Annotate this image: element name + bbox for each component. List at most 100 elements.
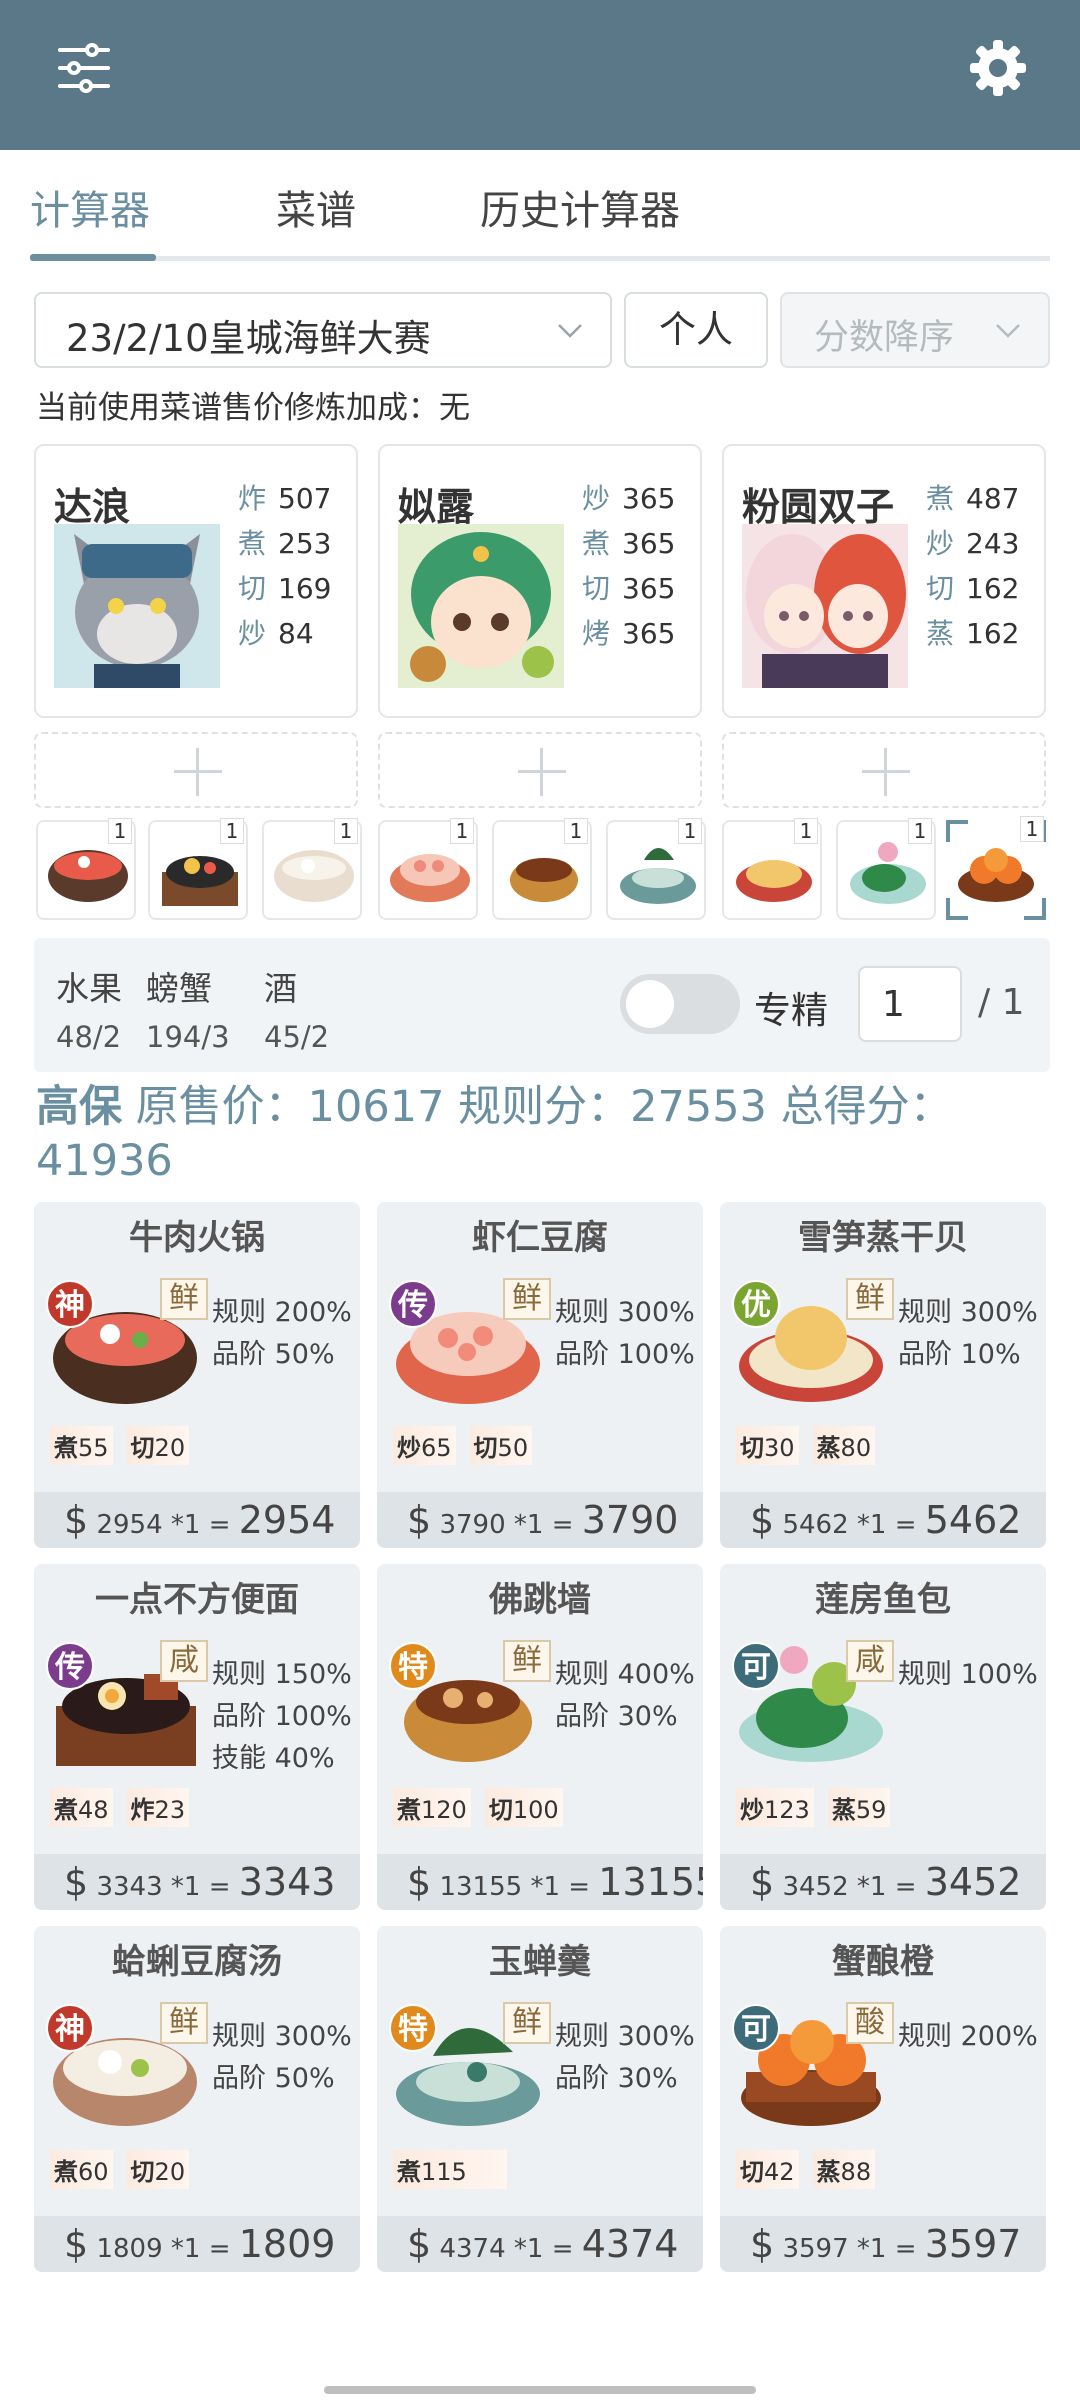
home-indicator[interactable] [324,2386,756,2394]
taste-badge: 酸 [846,2002,894,2044]
dish-card[interactable]: 玉蝉羹 特 鲜 规则 300% 品阶 30% 煮115 $ 4374 *1 = 4… [377,1926,703,2272]
taste-badge: 鲜 [503,1278,551,1320]
dish-thumbnail [48,850,128,902]
dish-name: 玉蝉羹 [489,1942,591,1982]
dish-slot[interactable]: 1 [148,818,248,920]
dish-slot-qty: 1 [794,818,818,844]
gear-icon[interactable] [968,38,1028,98]
tab-recipes[interactable]: 菜谱 [276,178,356,258]
chef-stats: 煮 487 炒 243 切 162 蒸 162 [926,482,1020,650]
add-slot-button[interactable] [722,732,1046,808]
dish-bonuses: 规则 150% 品阶 100% 技能 40% [212,1659,352,1774]
dish-slot[interactable]: 1 [492,818,592,920]
dish-slot-qty: 1 [678,818,702,844]
contest-select[interactable]: 23/2/10皇城海鲜大赛 [34,292,612,368]
dish-requirements: 炒123 蒸59 [736,1788,904,1827]
rarity-badge: 可 [732,2004,780,2052]
dish-bonuses: 规则 300% 品阶 30% [555,2021,695,2094]
dish-price: $ 5462 *1 = 5462 [720,1492,1046,1548]
dish-card[interactable]: 一点不方便面 传 咸 规则 150% 品阶 100% 技能 40% 煮48 炸23 $… [34,1564,360,1910]
dish-bonuses: 规则 400% 品阶 30% [555,1659,695,1732]
dish-card[interactable]: 蟹酿橙 可 酸 规则 200% 切42 蒸88 $ 3597 *1 = 3597 [720,1926,1046,2272]
dish-slot[interactable]: 1 [606,818,706,920]
tab-calculator[interactable]: 计算器 [30,178,150,258]
dish-card[interactable]: 蛤蜊豆腐汤 神 鲜 规则 300% 品阶 50% 煮60 切20 $ 1809 *1… [34,1926,360,2272]
chevron-down-icon [996,324,1020,338]
dish-requirements: 炒65 切50 [393,1426,546,1465]
specialize-label: 专精 [754,989,828,1032]
contest-select-value: 23/2/10皇城海鲜大赛 [66,317,431,360]
dish-requirements: 切30 蒸80 [736,1426,889,1465]
tab-active-indicator [30,254,156,261]
dish-slot[interactable]: 1 [946,816,1046,920]
dish-requirements: 煮48 炸23 [50,1788,203,1827]
dish-slot-qty: 1 [564,818,588,844]
chef-card[interactable]: 粉圆双子 煮 487 炒 243 切 162 蒸 162 [722,444,1046,718]
dish-slot[interactable]: 1 [378,818,478,920]
dish-slot[interactable]: 1 [722,818,822,920]
chef-card[interactable]: 达浪 炸 507 煮 253 切 169 炒 84 [34,444,358,718]
sliders-icon[interactable] [56,40,112,96]
taste-badge: 咸 [160,1640,208,1682]
rarity-badge: 神 [46,2004,94,2052]
dish-slot-qty: 1 [450,818,474,844]
dish-bonuses: 规则 200% [898,2021,1038,2052]
dish-name: 蟹酿橙 [832,1942,934,1982]
dish-slot[interactable]: 1 [36,818,136,920]
specialize-toggle[interactable] [620,974,740,1034]
dish-price: $ 1809 *1 = 1809 [34,2216,360,2272]
dish-slot[interactable]: 1 [262,818,362,920]
tab-bar: 计算器 菜谱 历史计算器 [30,170,1050,262]
dish-slot-qty: 1 [220,818,244,844]
taste-badge: 鲜 [503,1640,551,1682]
chef-name: 达浪 [54,485,131,529]
dish-slot[interactable]: 1 [836,818,936,920]
rarity-badge: 特 [389,2004,437,2052]
dish-requirements: 切42 蒸88 [736,2150,889,2189]
taste-badge: 咸 [846,1640,894,1682]
taste-badge: 鲜 [846,1278,894,1320]
dish-thumbnail [736,860,812,902]
specialize-count-total: / 1 [978,982,1025,1023]
dish-thumbnail [510,858,578,902]
rarity-badge: 可 [732,1642,780,1690]
rarity-badge: 优 [732,1280,780,1328]
taste-badge: 鲜 [160,1278,208,1320]
dish-thumbnail [274,850,354,902]
dish-price: $ 2954 *1 = 2954 [34,1492,360,1548]
score-summary: 高保 原售价：10617 规则分：27553 总得分：41936 [36,1080,1046,1188]
dish-name: 莲房鱼包 [815,1580,951,1620]
dish-thumbnail [850,842,926,904]
dish-card[interactable]: 莲房鱼包 可 咸 规则 100% 炒123 蒸59 $ 3452 *1 = 345… [720,1564,1046,1910]
app-bar [0,0,1080,150]
dish-card[interactable]: 佛跳墙 特 鲜 规则 400% 品阶 30% 煮120 切100 $ 13155 *… [377,1564,703,1910]
dish-price: $ 13155 *1 = 13155 [377,1854,703,1910]
chevron-down-icon [558,324,582,338]
mode-button[interactable]: 个人 [624,292,768,368]
dish-price: $ 3452 *1 = 3452 [720,1854,1046,1910]
dish-bonuses: 规则 100% [898,1659,1038,1690]
dish-price: $ 4374 *1 = 4374 [377,2216,703,2272]
dish-card[interactable]: 牛肉火锅 神 鲜 规则 200% 品阶 50% 煮55 切20 $ 2954 *1 … [34,1202,360,1548]
chef-avatar [398,524,564,688]
add-slot-button[interactable] [378,732,702,808]
add-slot-button[interactable] [34,732,358,808]
dish-name: 佛跳墙 [489,1580,591,1620]
dish-thumbnail [620,848,696,904]
taste-badge: 鲜 [503,2002,551,2044]
dish-requirements: 煮120 切100 [393,1788,577,1827]
dish-name: 雪笋蒸干贝 [798,1218,968,1258]
chef-card[interactable]: 姒露 炒 365 煮 365 切 365 烤 365 [378,444,702,718]
dish-bonuses: 规则 300% 品阶 50% [212,2021,352,2094]
score-level: 高保 [36,1082,122,1132]
specialize-count-input[interactable]: 1 [858,966,962,1042]
dish-card[interactable]: 雪笋蒸干贝 优 鲜 规则 300% 品阶 10% 切30 蒸80 $ 5462 *1… [720,1202,1046,1548]
sort-select[interactable]: 分数降序 [780,292,1050,368]
chef-stats: 炒 365 煮 365 切 365 烤 365 [582,482,676,650]
tab-history-calculator[interactable]: 历史计算器 [480,178,680,258]
dish-bonuses: 规则 200% 品阶 50% [212,1297,352,1370]
dish-slot-qty: 1 [108,818,132,844]
material-item: 酒 45/2 [264,969,330,1054]
score-detail: 原售价：10617 规则分：27553 总得分：41936 [36,1082,953,1186]
dish-card[interactable]: 虾仁豆腐 传 鲜 规则 300% 品阶 100% 炒65 切50 $ 3790 *1… [377,1202,703,1548]
